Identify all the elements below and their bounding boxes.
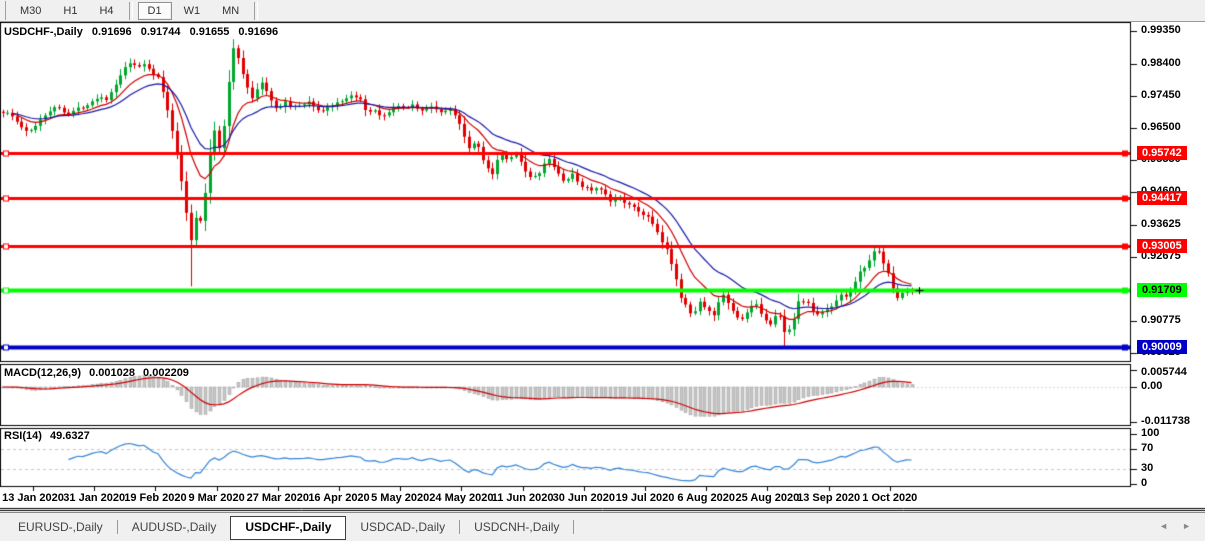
tab-scroll-left-icon[interactable]: ◄: [1159, 521, 1168, 531]
tab-eurusd[interactable]: EURUSD-,Daily: [4, 517, 117, 537]
timeframe-d1-button[interactable]: D1: [138, 2, 172, 20]
tab-scroll-right-icon[interactable]: ►: [1182, 521, 1191, 531]
tab-usdcnh[interactable]: USDCNH-,Daily: [460, 517, 573, 537]
tab-scroll-arrows: ◄ ►: [1159, 516, 1205, 531]
timeframe-h1-button[interactable]: H1: [53, 2, 87, 20]
toolbar-separator: [254, 2, 258, 20]
timeframe-toolbar: M30 H1 H4 D1 W1 MN: [0, 0, 1205, 22]
tab-usdchf[interactable]: USDCHF-,Daily: [230, 516, 346, 540]
toolbar-separator: [129, 2, 133, 20]
tab-separator: [573, 520, 574, 534]
timeframe-w1-button[interactable]: W1: [174, 2, 211, 20]
chart-tabs-bar: EURUSD-,Daily AUDUSD-,Daily USDCHF-,Dail…: [0, 512, 1205, 541]
toolbar-cropped-button[interactable]: [0, 1, 6, 20]
tab-audusd[interactable]: AUDUSD-,Daily: [118, 517, 231, 537]
timeframe-m30-button[interactable]: M30: [10, 2, 51, 20]
tab-usdcad[interactable]: USDCAD-,Daily: [346, 517, 459, 537]
timeframe-mn-button[interactable]: MN: [212, 2, 249, 20]
timeframe-h4-button[interactable]: H4: [89, 2, 123, 20]
chart-plot-area[interactable]: [0, 22, 1205, 512]
